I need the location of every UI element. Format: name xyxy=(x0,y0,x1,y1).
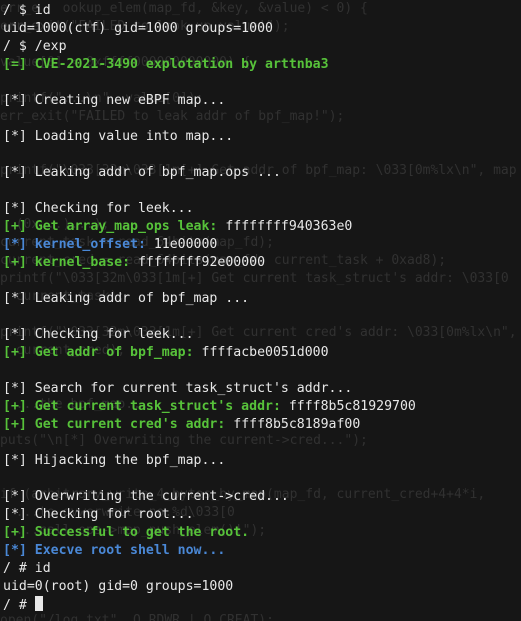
terminal-text: [+] Successful to get the root. xyxy=(3,525,250,540)
terminal-text: / $ /exp xyxy=(3,39,67,54)
terminal-line: / $ id xyxy=(3,2,521,20)
terminal-line: [+] Get current cred's addr: ffff8b5c818… xyxy=(3,416,521,434)
terminal-line: [*] Leaking addr of bpf_map.ops ... xyxy=(3,164,521,182)
terminal-line: [*] Overwriting the current->cred... xyxy=(3,488,521,506)
terminal-line: / $ /exp xyxy=(3,38,521,56)
terminal-text: [*] kernel_offset: xyxy=(3,237,154,252)
terminal-line: [+] kernel_base: ffffffff92e00000 xyxy=(3,254,521,272)
terminal-line: [=] CVE-2021-3490 explotation by arttnba… xyxy=(3,56,521,74)
terminal-text: ffff8b5c81929700 xyxy=(288,399,416,414)
terminal-line: [+] Get addr of bpf_map: ffffacbe0051d00… xyxy=(3,344,521,362)
terminal-text: [*] Leaking addr of bpf_map ... xyxy=(3,291,250,306)
terminal-line: [*] Loading value into map... xyxy=(3,128,521,146)
terminal-text: [*] Checking for leek... xyxy=(3,201,194,216)
terminal-text: [+] Get current task_struct's addr: xyxy=(3,399,289,414)
terminal-text: [*] Checking for root... xyxy=(3,507,194,522)
terminal-text: [*] Execve root shell now... xyxy=(3,543,226,558)
terminal-text: / $ id xyxy=(3,3,51,18)
terminal-text: uid=1000(ctf) gid=1000 groups=1000 xyxy=(3,21,273,36)
terminal-text: 11e00000 xyxy=(153,237,218,252)
terminal-line: [+] Get current task_struct's addr: ffff… xyxy=(3,398,521,416)
terminal-text: [*] Leaking addr of bpf_map.ops ... xyxy=(3,165,281,180)
terminal-line: [*] Checking for leek... xyxy=(3,326,521,344)
terminal-line: [*] Search for current task_struct's add… xyxy=(3,380,521,398)
terminal-line: [*] Checking for leek... xyxy=(3,200,521,218)
terminal-line: [*] Creating new eBPF map... xyxy=(3,92,521,110)
terminal-text: ffffffff92e00000 xyxy=(137,255,266,270)
terminal-text: ffffacbe0051d000 xyxy=(201,345,329,360)
terminal-text: [*] Checking for leek... xyxy=(3,327,194,342)
terminal-text: [*] Overwriting the current->cred... xyxy=(3,489,289,504)
terminal-text: [*] Hijacking the bpf_map... xyxy=(3,453,226,468)
terminal-text: [+] Get current cred's addr: xyxy=(3,417,234,432)
terminal-line: uid=0(root) gid=0 groups=1000 xyxy=(3,578,521,596)
terminal-line: [+] Successful to get the root. xyxy=(3,524,521,542)
terminal-line: / # xyxy=(3,596,521,614)
terminal-text: [*] Loading value into map... xyxy=(3,129,234,144)
terminal-text: [+] kernel_base: xyxy=(3,255,138,270)
terminal-output: / $ id uid=1000(ctf) gid=1000 groups=1000… xyxy=(3,2,521,614)
terminal-line: uid=1000(ctf) gid=1000 groups=1000 xyxy=(3,20,521,38)
terminal-line: [*] Hijacking the bpf_map... xyxy=(3,452,521,470)
terminal-text: [+] Get addr of bpf_map: xyxy=(3,345,202,360)
terminal-line: [*] Leaking addr of bpf_map ... xyxy=(3,290,521,308)
terminal-text: ffff8b5c8189af00 xyxy=(233,417,361,432)
terminal-text: / # xyxy=(3,598,35,613)
cursor xyxy=(34,596,43,611)
terminal-window[interactable]: err_e ookup_elem(map_fd, &key, &value) <… xyxy=(0,0,521,621)
terminal-text: [+] Get array_map_ops leak: xyxy=(3,219,226,234)
terminal-line: [+] Get array_map_ops leak: ffffffff9403… xyxy=(3,218,521,236)
terminal-line: / # id xyxy=(3,560,521,578)
terminal-text: [*] Search for current task_struct's add… xyxy=(3,381,353,396)
terminal-text: [*] Creating new eBPF map... xyxy=(3,93,226,108)
terminal-text: [=] CVE-2021-3490 explotation by arttnba… xyxy=(3,57,329,72)
terminal-text: uid=0(root) gid=0 groups=1000 xyxy=(3,579,234,594)
terminal-text: / # id xyxy=(3,561,51,576)
terminal-text: ffffffff940363e0 xyxy=(225,219,353,234)
terminal-line: [*] Checking for root... xyxy=(3,506,521,524)
terminal-line: [*] kernel_offset: 11e00000 xyxy=(3,236,521,254)
terminal-line: [*] Execve root shell now... xyxy=(3,542,521,560)
